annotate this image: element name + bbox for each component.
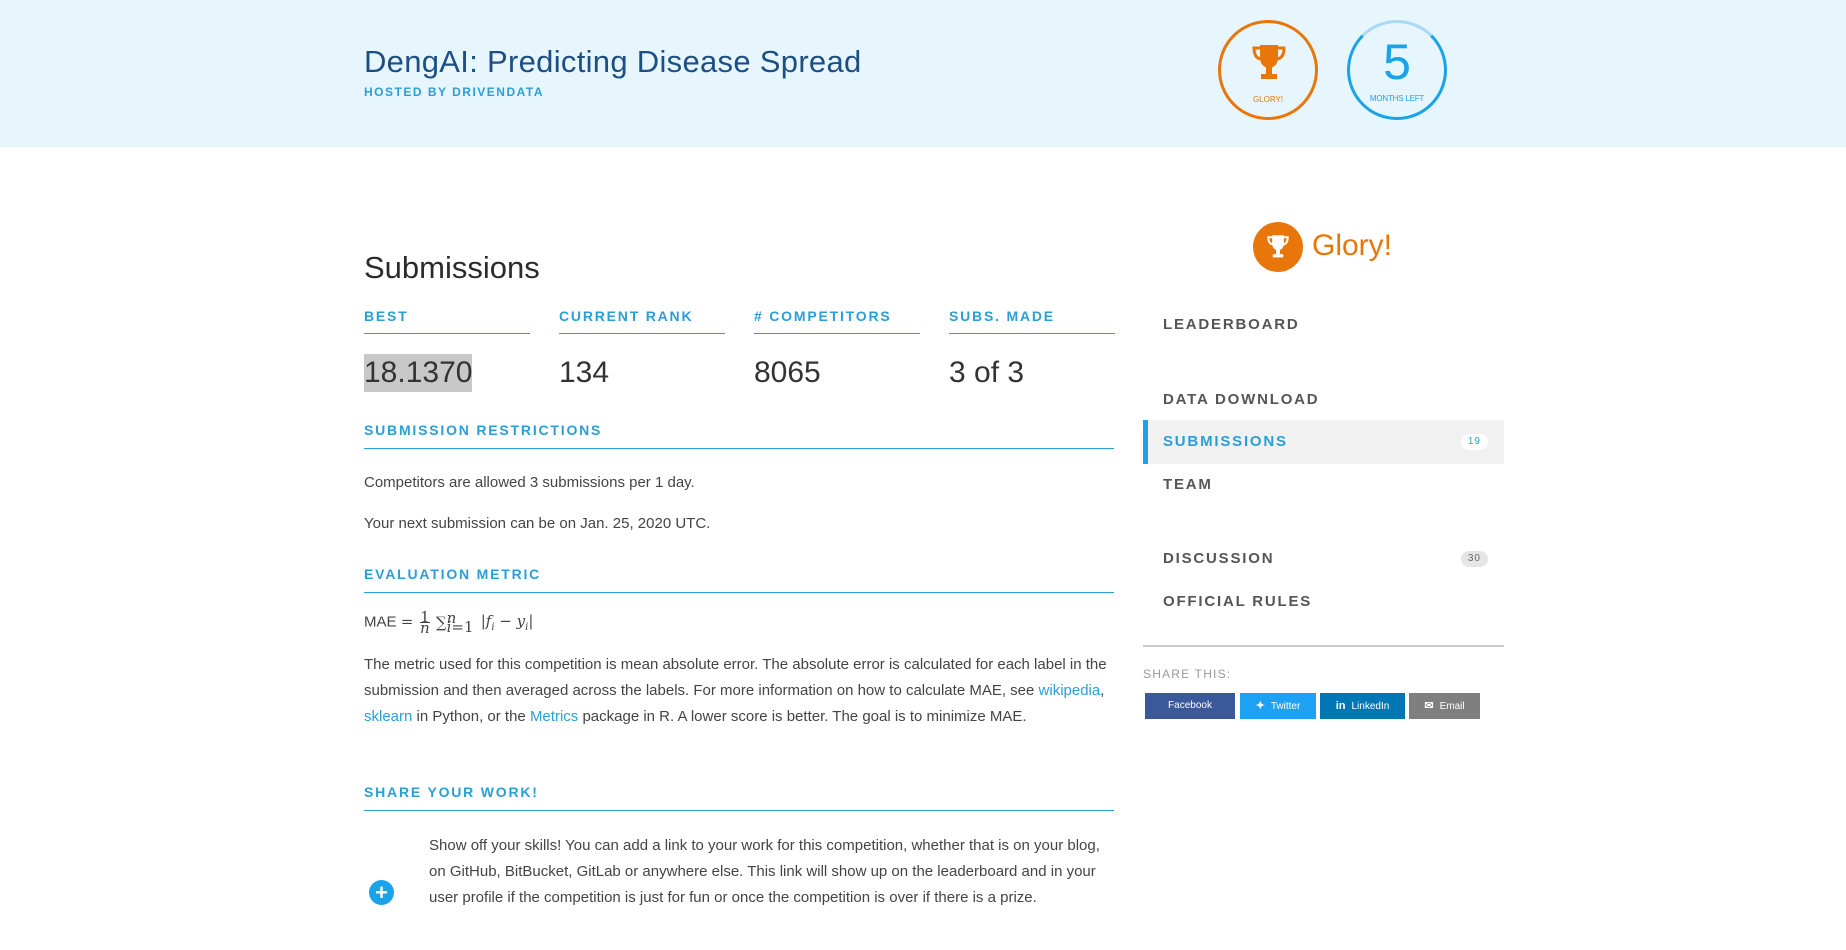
nav-discussion[interactable]: DISCUSSION 30 xyxy=(1143,537,1504,581)
submissions-count-badge: 19 xyxy=(1460,434,1488,450)
metric-description: The metric used for this competition is … xyxy=(364,656,1107,725)
sidebar-divider xyxy=(1143,645,1504,647)
restrictions-text: Competitors are allowed 3 submissions pe… xyxy=(364,474,695,491)
stat-competitors: # COMPETITORS 8065 xyxy=(754,308,920,392)
trophy-icon xyxy=(1253,222,1303,272)
nav-team[interactable]: TEAM xyxy=(1143,463,1504,507)
stat-subs-made: SUBS. MADE 3 of 3 xyxy=(949,308,1115,392)
mae-formula: MAE = 1n ∑ n i=1 |fi − yi| xyxy=(364,608,534,637)
stat-label: # COMPETITORS xyxy=(754,308,920,334)
prize-circle: GLORY! xyxy=(1218,20,1318,120)
stat-best: BEST 18.1370 xyxy=(364,308,530,392)
trophy-icon xyxy=(1251,43,1287,88)
stat-value: 8065 xyxy=(754,356,821,389)
share-button-label: LinkedIn xyxy=(1351,701,1390,712)
page-title: Submissions xyxy=(364,250,540,285)
mae-label: MAE xyxy=(364,613,397,631)
share-this-label: SHARE THIS: xyxy=(1143,667,1232,681)
stat-label: CURRENT RANK xyxy=(559,308,725,334)
share-work-text: Show off your skills! You can add a link… xyxy=(429,837,1100,906)
discussion-count-badge: 30 xyxy=(1460,551,1488,567)
nav-label: DATA DOWNLOAD xyxy=(1163,391,1320,408)
sidebar-prize-label: Glory! xyxy=(1312,229,1393,262)
nav-label: OFFICIAL RULES xyxy=(1163,593,1313,610)
nav-label: TEAM xyxy=(1163,476,1213,493)
months-left-label: MONTHS LEFT xyxy=(1369,94,1425,103)
linkedin-icon: in xyxy=(1335,700,1346,712)
twitter-icon: ✦ xyxy=(1255,700,1265,712)
next-submission-text: Your next submission can be on Jan. 25, … xyxy=(364,515,711,532)
linkedin-share-button[interactable]: in LinkedIn xyxy=(1320,693,1405,719)
facebook-share-button[interactable]: Facebook xyxy=(1145,693,1235,719)
sklearn-link[interactable]: sklearn xyxy=(364,708,412,725)
section-heading-restrictions: SUBMISSION RESTRICTIONS xyxy=(364,422,1114,449)
nav-submissions[interactable]: SUBMISSIONS 19 xyxy=(1143,420,1504,464)
competition-header: DengAI: Predicting Disease Spread HOSTED… xyxy=(0,0,1846,147)
twitter-share-button[interactable]: ✦ Twitter xyxy=(1240,693,1316,719)
nav-official-rules[interactable]: OFFICIAL RULES xyxy=(1143,580,1504,624)
months-left-value: 5 xyxy=(1383,34,1411,90)
add-link-plus-icon[interactable]: + xyxy=(369,880,394,905)
nav-label: DISCUSSION xyxy=(1163,550,1275,567)
section-heading-share-work: SHARE YOUR WORK! xyxy=(364,784,1114,811)
share-button-label: Facebook xyxy=(1168,700,1212,711)
stat-value: 18.1370 xyxy=(364,354,473,392)
stat-current-rank: CURRENT RANK 134 xyxy=(559,308,725,392)
stat-value: 134 xyxy=(559,356,610,389)
wikipedia-link[interactable]: wikipedia xyxy=(1039,682,1101,699)
envelope-icon: ✉ xyxy=(1424,700,1434,712)
email-share-button[interactable]: ✉ Email xyxy=(1409,693,1480,719)
section-heading-metric: EVALUATION METRIC xyxy=(364,566,1114,593)
share-button-label: Email xyxy=(1439,701,1465,712)
stat-value: 3 of 3 xyxy=(949,356,1025,389)
nav-label: SUBMISSIONS xyxy=(1163,433,1288,450)
metrics-package-link[interactable]: Metrics xyxy=(530,708,578,725)
nav-data-download[interactable]: DATA DOWNLOAD xyxy=(1143,378,1504,422)
stat-label: BEST xyxy=(364,308,530,334)
nav-leaderboard[interactable]: LEADERBOARD xyxy=(1143,303,1504,347)
share-button-label: Twitter xyxy=(1270,701,1301,712)
prize-label: GLORY! xyxy=(1252,95,1284,104)
time-left-circle: 5 MONTHS LEFT xyxy=(1347,20,1447,120)
stat-label: SUBS. MADE xyxy=(949,308,1115,334)
nav-label: LEADERBOARD xyxy=(1163,316,1300,333)
competition-title[interactable]: DengAI: Predicting Disease Spread xyxy=(364,44,862,80)
host-label: HOSTED BY DRIVENDATA xyxy=(364,85,545,99)
